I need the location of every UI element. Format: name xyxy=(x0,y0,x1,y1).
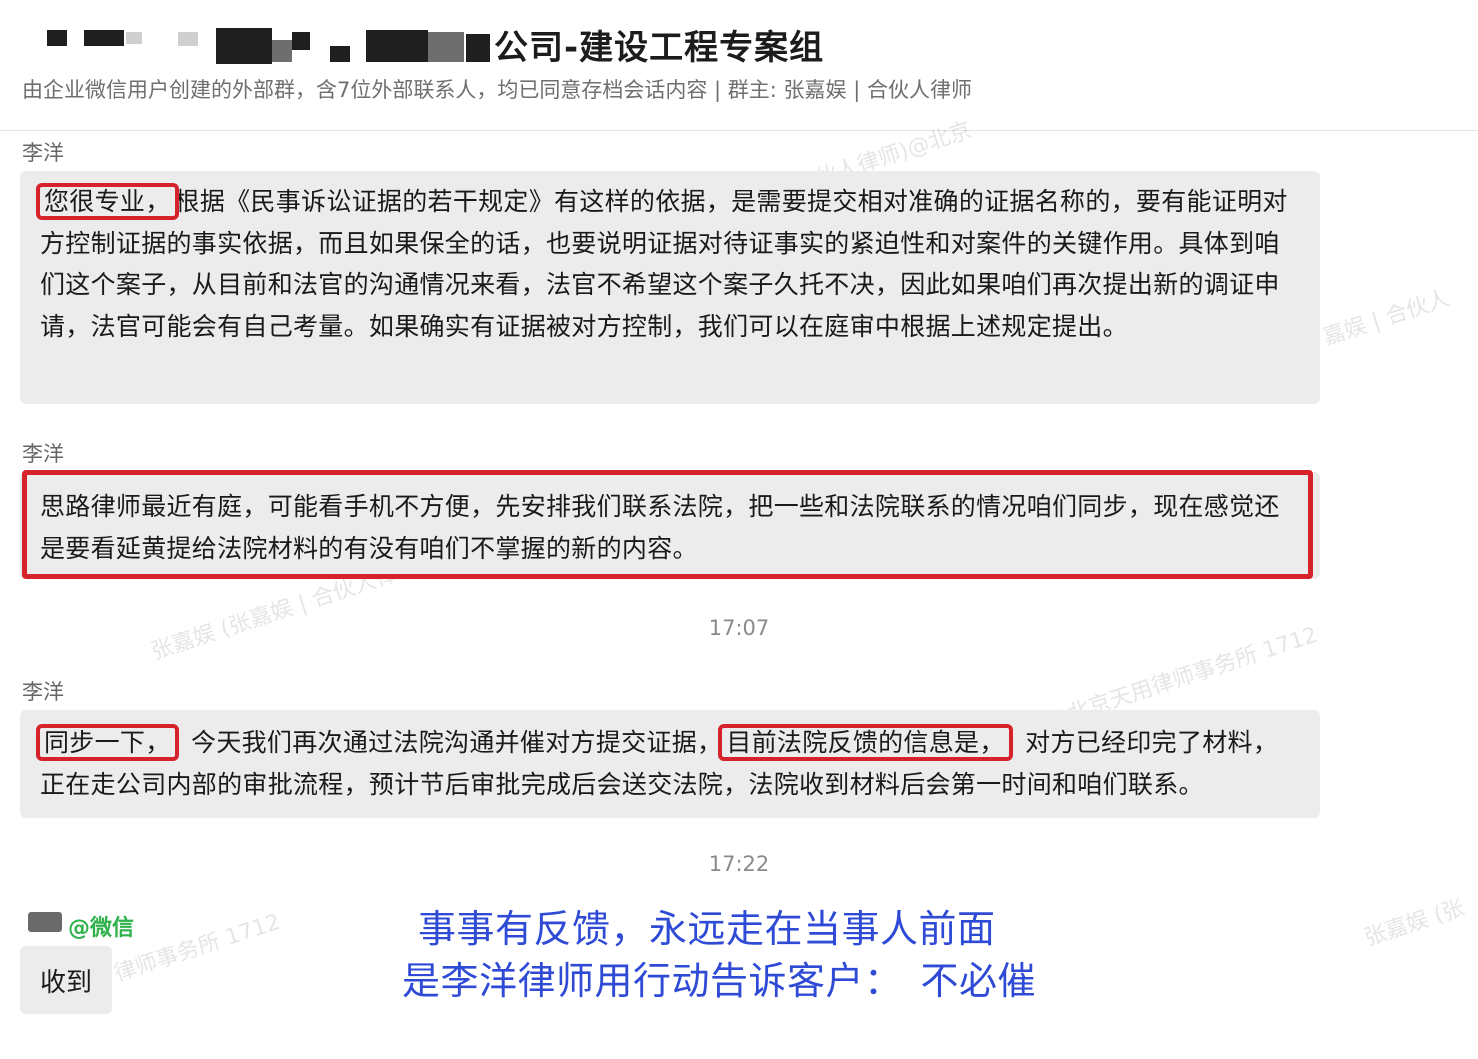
highlighted-phrase: 目前法院反馈的信息是， xyxy=(718,724,1013,761)
message-bubble[interactable]: 收到 xyxy=(20,946,112,1014)
message-bubble[interactable]: 您很专业， 根据《民事诉讼证据的若干规定》有这样的依据，是需要提交相对准确的证据名… xyxy=(20,171,1320,404)
message-text: 今天我们再次通过法院沟通并催对方提交证据， xyxy=(191,728,723,757)
timestamp: 17:22 xyxy=(708,852,770,876)
message-sender: 李洋 xyxy=(22,442,64,466)
message-text: 思路律师最近有庭，可能看手机不方便，先安排我们联系法院，把一些和法院联系的情况咱… xyxy=(40,492,1280,563)
wechat-sender-tag: @微信 xyxy=(68,916,135,941)
watermark-text: 嘉娱 | 合伙人 xyxy=(1320,286,1453,351)
redacted-avatar xyxy=(28,912,62,932)
slogan-line-2: 是李洋律师用行动告诉客户： 不必催 xyxy=(402,950,1036,1005)
highlighted-phrase: 同步一下， xyxy=(36,724,179,761)
message-text: 根据《民事诉讼证据的若干规定》有这样的依据，是需要提交相对准确的证据名称的，要有… xyxy=(40,187,1288,341)
timestamp: 17:07 xyxy=(708,616,770,640)
group-title: 公司-建设工程专案组 xyxy=(494,28,825,68)
chat-header: 公司-建设工程专案组 由企业微信用户创建的外部群，含7位外部联系人，均已同意存档… xyxy=(0,0,1478,131)
slogan-text: 是李洋律师用行动告诉客户： xyxy=(402,959,903,1003)
watermark-text: 张嘉娱 (张 xyxy=(1361,895,1468,952)
group-subtitle: 由企业微信用户创建的外部群，含7位外部联系人，均已同意存档会话内容 | 群主: … xyxy=(22,78,972,102)
slogan-line-1: 事事有反馈，永远走在当事人前面 xyxy=(418,907,996,951)
slogan-emphasis: 不必催 xyxy=(920,959,1037,1003)
highlighted-phrase: 您很专业， xyxy=(36,183,179,220)
message-bubble[interactable]: 思路律师最近有庭，可能看手机不方便，先安排我们联系法院，把一些和法院联系的情况咱… xyxy=(20,472,1320,579)
watermark-text: 律师事务所 1712 xyxy=(111,909,284,987)
message-sender: 李洋 xyxy=(22,141,64,165)
message-sender: 李洋 xyxy=(22,680,64,704)
message-bubble[interactable]: 同步一下， 今天我们再次通过法院沟通并催对方提交证据， 目前法院反馈的信息是， 对… xyxy=(20,710,1320,818)
